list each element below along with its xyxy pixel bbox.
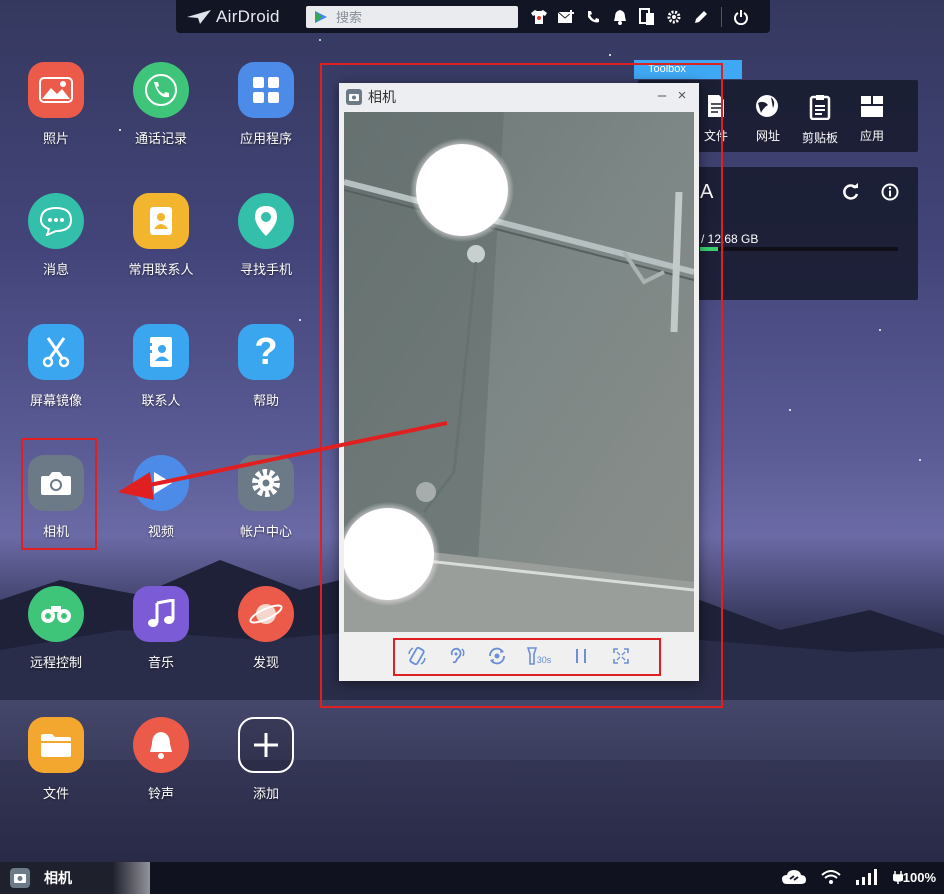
highlight-box-camera-window [320,63,723,708]
phone-icon[interactable] [582,6,604,28]
play-icon [133,455,189,511]
power-icon[interactable] [730,6,752,28]
app-label: 屏幕镜像 [29,393,82,408]
app-discover[interactable]: 发现 [221,586,311,671]
app-ringtones[interactable]: 铃声 [116,717,206,802]
app-label: 帐户中心 [239,524,292,539]
app-contacts[interactable]: 联系人 [116,324,206,409]
app-video[interactable]: 视频 [116,455,206,540]
app-label: 远程控制 [29,655,82,670]
signal-icon [855,869,877,885]
app-label: 联系人 [141,393,181,408]
music-note-icon [133,586,189,642]
chat-bubble-icon [28,193,84,249]
photos-icon [28,62,84,118]
app-frequent-contacts[interactable]: 常用联系人 [116,193,206,278]
clipboard-icon [809,95,831,121]
highlight-box-camera-app [21,438,97,550]
app-label: 视频 [147,524,174,539]
taskbar: 相机 100% [0,862,944,894]
app-label: 发现 [252,655,279,670]
app-files[interactable]: 文件 [11,717,101,802]
bell-icon[interactable] [609,6,631,28]
phone-call-icon [133,62,189,118]
search-placeholder: 搜索 [336,10,363,25]
app-messages[interactable]: 消息 [11,193,101,278]
question-mark-icon: ? [238,324,294,380]
camera-small-icon [10,868,30,888]
battery-status: 100% [892,869,936,885]
airdroid-logo[interactable]: AirDroid [186,7,298,27]
gear-icon [238,455,294,511]
app-screen-mirror[interactable]: 屏幕镜像 [11,324,101,409]
app-help[interactable]: ? 帮助 [221,324,311,409]
apps-grid-icon [238,62,294,118]
tshirt-icon[interactable] [528,6,550,28]
tool-apps[interactable]: 应用 [849,94,895,144]
app-label: 寻找手机 [239,262,292,277]
tool-label: 网址 [755,129,780,143]
planet-icon [238,586,294,642]
app-label: 音乐 [147,655,174,670]
cloud-link-icon[interactable] [781,868,807,886]
airdroid-logo-icon [187,9,211,24]
app-photos[interactable]: 照片 [11,62,101,147]
taskbar-item-camera[interactable]: 相机 [0,862,150,894]
package-icon [861,96,883,117]
location-pin-icon [238,193,294,249]
status-area: 100% [767,868,936,886]
app-label: 帮助 [252,393,279,408]
info-icon[interactable] [881,183,899,201]
binoculars-icon [28,586,84,642]
app-applications[interactable]: 应用程序 [221,62,311,147]
mail-icon[interactable] [555,6,577,28]
tool-url[interactable]: 网址 [745,94,791,144]
app-label: 照片 [42,131,69,146]
app-call-log[interactable]: 通话记录 [116,62,206,147]
globe-link-icon [756,95,778,117]
app-label: 通话记录 [134,131,187,146]
top-bar: AirDroid 搜索 [176,0,770,33]
tool-label: 应用 [859,129,884,143]
app-label: 消息 [42,262,69,277]
devices-icon[interactable] [636,6,658,28]
tool-label: 剪贴板 [801,131,838,145]
highlight-box-camera-controls [393,638,661,676]
folder-icon [28,717,84,773]
tool-clipboard[interactable]: 剪贴板 [797,94,843,146]
app-label: 添加 [252,786,279,801]
app-label: 常用联系人 [128,262,194,277]
bell-icon [133,717,189,773]
address-book-icon [133,324,189,380]
wifi-icon [821,870,841,884]
google-play-icon [315,10,327,23]
search-box[interactable]: 搜索 [306,5,518,28]
app-remote-control[interactable]: 远程控制 [11,586,101,671]
plus-icon [238,717,294,773]
contact-card-icon [133,193,189,249]
taskbar-item-label: 相机 [44,870,72,886]
battery-level: 100% [902,869,936,885]
storage-bar [700,247,898,251]
app-label: 文件 [42,786,69,801]
app-label: 铃声 [147,786,174,801]
app-add[interactable]: 添加 [221,717,311,802]
app-find-phone[interactable]: 寻找手机 [221,193,311,278]
settings-gear-icon[interactable] [663,6,685,28]
refresh-icon[interactable] [842,183,860,201]
toolbar-divider [721,6,722,27]
scissors-icon [28,324,84,380]
app-account-center[interactable]: 帐户中心 [221,455,311,540]
app-label: 应用程序 [239,131,292,146]
app-music[interactable]: 音乐 [116,586,206,671]
edit-pen-icon[interactable] [690,6,712,28]
brand-name: AirDroid [216,6,280,26]
charging-plug-icon [892,871,903,884]
